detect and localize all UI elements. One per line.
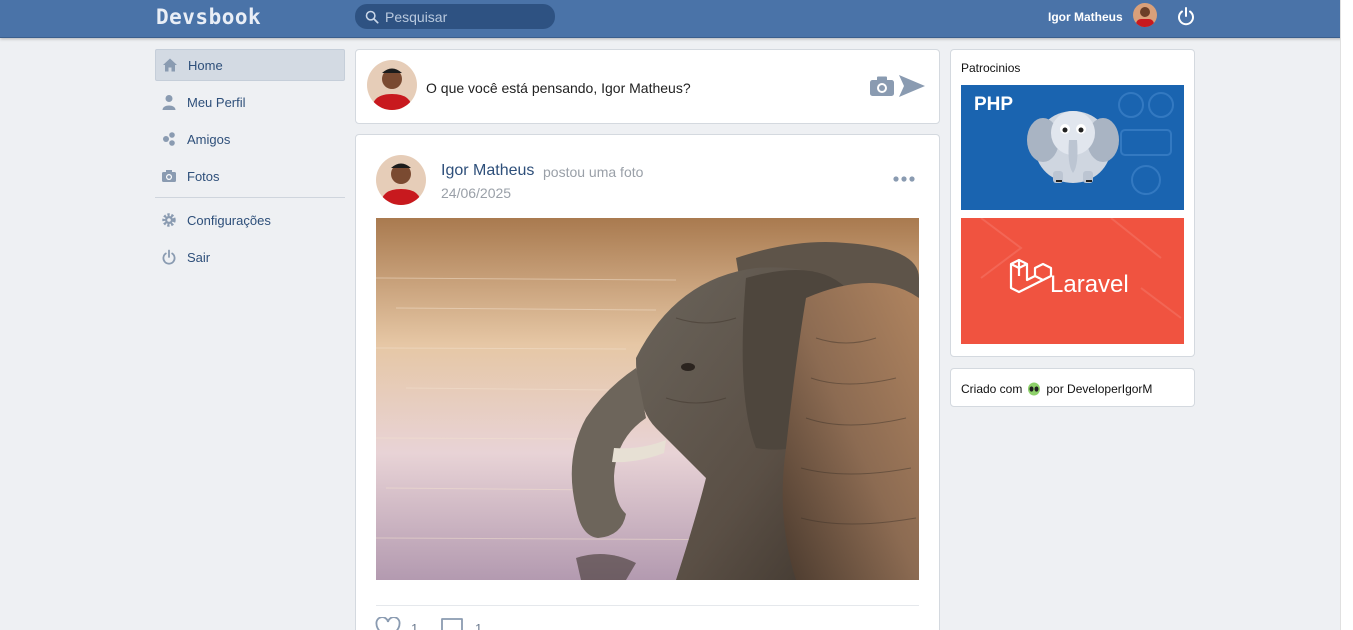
post-divider [376,605,919,606]
credits-box: Criado com por DeveloperIgorM [950,368,1195,407]
page-scrollbar[interactable] [1340,0,1353,630]
search-input[interactable] [385,8,545,25]
header-avatar[interactable] [1133,3,1157,27]
post-date: 24/06/2025 [441,185,512,201]
logout-power-icon[interactable] [1176,6,1196,26]
post-action-text: postou uma foto [543,164,644,180]
post-author-name[interactable]: Igor Matheus [441,162,534,180]
left-sidebar: Home Meu Perfil Amigos Fotos Configuraçõ… [155,49,345,278]
php-ad-label: PHP [974,94,1013,115]
sidebar-item-settings[interactable]: Configurações [155,204,345,236]
sidebar-item-photos[interactable]: Fotos [155,160,345,192]
sidebar-item-label: Home [188,57,223,73]
post-photo[interactable] [376,218,919,580]
gear-icon [161,212,177,228]
home-icon [162,57,178,73]
sidebar-item-label: Configurações [187,212,271,228]
credit-text: Criado com por DeveloperIgorM [961,382,1152,396]
credit-prefix: Criado com [961,382,1023,396]
post-composer: O que você está pensando, Igor Matheus? [355,49,940,124]
sidebar-divider [155,197,345,198]
friends-icon [161,131,177,147]
sidebar-item-label: Amigos [187,131,231,147]
composer-prompt[interactable]: O que você está pensando, Igor Matheus? [426,80,691,96]
post-author-avatar[interactable] [376,155,426,205]
sidebar-item-label: Sair [187,249,211,265]
camera-icon[interactable] [869,75,895,97]
feed-post: Igor Matheus postou uma foto 24/06/2025 [355,134,940,630]
top-navbar: Devsbook Igor Matheus [0,0,1353,38]
header-user-name[interactable]: Igor Matheus [1048,10,1123,24]
sidebar-item-friends[interactable]: Amigos [155,123,345,155]
site-logo[interactable]: Devsbook [156,5,261,29]
sidebar-item-label: Fotos [187,168,220,184]
heart-icon[interactable] [375,617,401,630]
php-ad-banner[interactable]: PHP [961,85,1184,210]
search-icon [365,10,379,24]
power-icon [161,249,177,265]
user-icon [161,94,177,110]
send-icon[interactable] [898,74,926,98]
composer-avatar [367,60,417,110]
credit-author[interactable]: por DeveloperIgorM [1046,382,1152,396]
sidebar-item-label: Meu Perfil [187,94,246,110]
laravel-ad-label: Laravel [1050,271,1129,298]
comment-count: 1 [475,621,483,630]
sponsors-title: Patrocinios [961,61,1021,75]
camera-icon [161,168,177,184]
search-box[interactable] [355,4,555,29]
laravel-ad-banner[interactable]: Laravel [961,218,1184,344]
more-options-icon[interactable] [892,173,916,185]
sidebar-item-logout[interactable]: Sair [155,241,345,273]
comment-icon[interactable] [440,617,464,630]
sponsors-box: Patrocinios PHP Laravel [950,49,1195,357]
alien-emoji-icon [1028,382,1041,396]
like-count: 1 [411,621,419,630]
sidebar-item-home[interactable]: Home [155,49,345,81]
sidebar-item-profile[interactable]: Meu Perfil [155,86,345,118]
